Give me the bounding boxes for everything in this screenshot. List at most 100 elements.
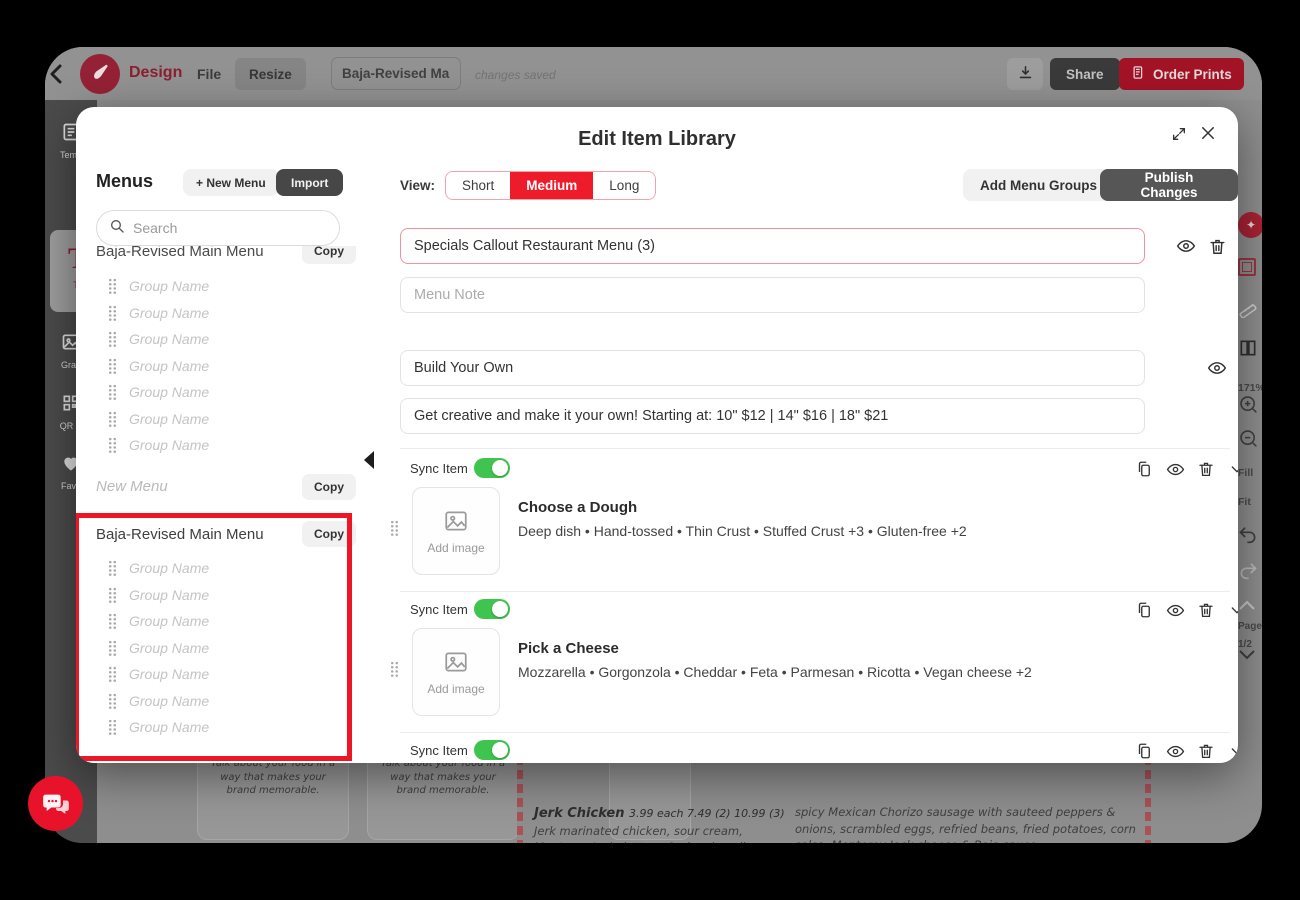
share-button[interactable]: Share	[1050, 58, 1120, 90]
menu-name: Baja-Revised Main Menu	[96, 525, 264, 543]
order-prints-label: Order Prints	[1153, 66, 1232, 82]
duplicate-item-button[interactable]	[1134, 600, 1154, 620]
image-icon	[445, 651, 467, 672]
drag-handle-icon[interactable]	[108, 586, 117, 603]
expand-modal-button[interactable]	[1168, 123, 1190, 145]
app-logo[interactable]	[80, 54, 120, 94]
item-delete-button[interactable]	[1196, 741, 1216, 761]
duplicate-item-button[interactable]	[1134, 459, 1154, 479]
sync-item-toggle[interactable]	[474, 740, 510, 760]
group-visibility-button[interactable]	[1206, 357, 1228, 379]
group-row[interactable]: Group Name	[96, 555, 356, 582]
document-title-input[interactable]	[331, 57, 461, 90]
zoom-out-button[interactable]	[1238, 428, 1262, 454]
drag-handle-icon[interactable]	[390, 520, 399, 536]
item-delete-button[interactable]	[1196, 600, 1216, 620]
redo-icon	[1240, 563, 1257, 580]
sync-item-label: Sync Item	[410, 461, 468, 476]
group-row[interactable]: Group Name	[96, 406, 356, 433]
columns-button[interactable]	[1238, 338, 1262, 363]
close-modal-button[interactable]	[1196, 121, 1220, 145]
resize-button[interactable]: Resize	[235, 58, 306, 90]
fill-button[interactable]: Fill	[1238, 463, 1262, 481]
menu-delete-button[interactable]	[1206, 235, 1228, 257]
group-row[interactable]: Group Name	[96, 379, 356, 406]
back-icon[interactable]	[49, 64, 63, 89]
drag-handle-icon[interactable]	[108, 666, 117, 683]
support-chat-button[interactable]	[28, 776, 83, 831]
page-down-button[interactable]	[1238, 648, 1262, 666]
group-row[interactable]: Group Name	[96, 300, 356, 327]
download-button[interactable]	[1007, 58, 1043, 90]
sync-item-toggle[interactable]	[474, 599, 510, 619]
group-row[interactable]: Group Name	[96, 688, 356, 715]
group-row[interactable]: Group Name	[96, 273, 356, 300]
group-row[interactable]: Group Name	[96, 432, 356, 459]
item-visibility-button[interactable]	[1165, 600, 1185, 620]
menu-file[interactable]: File	[197, 66, 221, 82]
eye-icon	[1207, 362, 1227, 374]
group-row[interactable]: Group Name	[96, 326, 356, 353]
drag-handle-icon[interactable]	[108, 278, 117, 295]
drag-handle-icon[interactable]	[108, 560, 117, 577]
group-row[interactable]: Group Name	[96, 353, 356, 380]
group-row[interactable]: Group Name	[96, 582, 356, 609]
drag-handle-icon[interactable]	[108, 357, 117, 374]
group-row[interactable]: Group Name	[96, 714, 356, 741]
expand-item-button[interactable]	[1227, 600, 1238, 620]
import-button[interactable]: Import	[276, 169, 344, 196]
add-image-button[interactable]: Add image	[412, 628, 500, 716]
order-prints-button[interactable]: Order Prints	[1119, 58, 1244, 90]
group-row[interactable]: Group Name	[96, 635, 356, 662]
add-menu-groups-button[interactable]: Add Menu Groups	[963, 169, 1114, 201]
drag-handle-icon[interactable]	[390, 661, 399, 677]
drag-handle-icon[interactable]	[108, 331, 117, 348]
menu-note-input[interactable]	[400, 277, 1145, 313]
zoom-in-button[interactable]	[1238, 394, 1262, 420]
publish-changes-button[interactable]: Publish Changes	[1100, 169, 1238, 201]
redo-button[interactable]	[1238, 560, 1262, 585]
drag-handle-icon[interactable]	[108, 639, 117, 656]
drag-handle-icon[interactable]	[108, 692, 117, 709]
page-up-button[interactable]	[1238, 598, 1262, 616]
item-delete-button[interactable]	[1196, 459, 1216, 479]
expand-item-button[interactable]	[1227, 459, 1238, 479]
drag-handle-icon[interactable]	[108, 613, 117, 630]
drag-handle-icon[interactable]	[108, 437, 117, 454]
download-icon	[1017, 64, 1034, 84]
collapse-sidebar-icon[interactable]	[364, 451, 374, 469]
view-option-short[interactable]: Short	[446, 172, 511, 199]
magic-button[interactable]: ✦	[1238, 212, 1262, 238]
view-option-long[interactable]: Long	[593, 172, 656, 199]
menu-list-highlighted: Baja-Revised Main Menu Copy Group Name G…	[96, 520, 356, 741]
group-row[interactable]: Group Name	[96, 661, 356, 688]
copy-menu-button[interactable]: Copy	[302, 246, 356, 264]
view-option-medium[interactable]: Medium	[510, 172, 594, 199]
fit-button[interactable]: Fit	[1238, 492, 1262, 510]
group-name-input[interactable]	[400, 350, 1145, 386]
zoom-in-icon	[1240, 396, 1257, 413]
sync-item-toggle[interactable]	[474, 458, 510, 478]
frames-button[interactable]	[1238, 258, 1262, 276]
modal-title: Edit Item Library	[578, 128, 736, 150]
menu-visibility-button[interactable]	[1175, 235, 1197, 257]
add-image-button[interactable]: Add image	[412, 487, 500, 575]
copy-menu-button[interactable]: Copy	[302, 521, 356, 547]
copy-menu-button[interactable]: Copy	[302, 473, 356, 500]
undo-button[interactable]	[1238, 524, 1262, 549]
drag-handle-icon[interactable]	[108, 410, 117, 427]
duplicate-item-button[interactable]	[1134, 741, 1154, 761]
item-visibility-button[interactable]	[1165, 459, 1185, 479]
group-description-input[interactable]	[400, 398, 1145, 434]
menu-name-input[interactable]	[400, 228, 1145, 264]
group-row[interactable]: Group Name	[96, 608, 356, 635]
item-visibility-button[interactable]	[1165, 741, 1185, 761]
new-menu-button[interactable]: + New Menu	[183, 169, 279, 196]
search-input[interactable]	[133, 220, 303, 236]
expand-item-button[interactable]	[1227, 741, 1238, 761]
ruler-button[interactable]	[1238, 298, 1262, 323]
drag-handle-icon[interactable]	[108, 719, 117, 736]
drag-handle-icon[interactable]	[108, 304, 117, 321]
search-box[interactable]	[96, 210, 340, 246]
drag-handle-icon[interactable]	[108, 384, 117, 401]
